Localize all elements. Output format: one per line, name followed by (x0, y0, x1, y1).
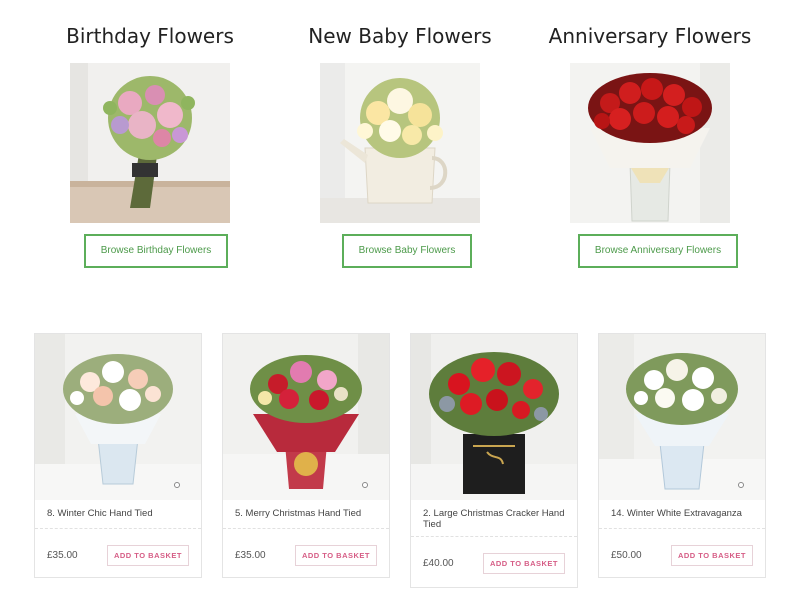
product-image[interactable] (599, 334, 765, 500)
product-image[interactable] (411, 334, 577, 500)
product-footer: £40.00 ADD TO BASKET (411, 537, 577, 589)
category-anniversary: Anniversary Flowers (520, 22, 780, 50)
product-footer: £50.00 ADD TO BASKET (599, 529, 765, 581)
category-birthday: Birthday Flowers (20, 22, 280, 50)
wishlist-icon[interactable] (738, 482, 744, 488)
category-title: Birthday Flowers (66, 24, 234, 48)
product-image[interactable] (223, 334, 389, 500)
anniversary-bouquet-image[interactable] (570, 63, 730, 223)
product-image[interactable] (35, 334, 201, 500)
browse-anniversary-button[interactable]: Browse Anniversary Flowers (578, 234, 738, 268)
product-price: £40.00 (423, 557, 454, 569)
product-card[interactable]: 14. Winter White Extravaganza £50.00 ADD… (598, 333, 766, 578)
product-card[interactable]: 5. Merry Christmas Hand Tied £35.00 ADD … (222, 333, 390, 578)
browse-baby-button[interactable]: Browse Baby Flowers (342, 234, 472, 268)
add-to-basket-button[interactable]: ADD TO BASKET (482, 552, 565, 574)
new-baby-bouquet-image[interactable] (320, 63, 480, 223)
wishlist-icon[interactable] (362, 482, 368, 488)
product-name[interactable]: 5. Merry Christmas Hand Tied (223, 500, 389, 522)
add-to-basket-button[interactable]: ADD TO BASKET (670, 544, 753, 566)
product-name[interactable]: 8. Winter Chic Hand Tied (35, 500, 201, 522)
add-to-basket-button[interactable]: ADD TO BASKET (294, 544, 377, 566)
category-new-baby: New Baby Flowers (270, 22, 530, 50)
product-card[interactable]: 2. Large Christmas Cracker Hand Tied £40… (410, 333, 578, 588)
birthday-bouquet-image[interactable] (70, 63, 230, 223)
product-name[interactable]: 2. Large Christmas Cracker Hand Tied (411, 500, 577, 530)
category-title: New Baby Flowers (308, 24, 492, 48)
wishlist-icon[interactable] (174, 482, 180, 488)
product-card[interactable]: 8. Winter Chic Hand Tied £35.00 ADD TO B… (34, 333, 202, 578)
category-title: Anniversary Flowers (548, 24, 752, 48)
product-price: £50.00 (611, 549, 642, 561)
product-footer: £35.00 ADD TO BASKET (35, 529, 201, 581)
product-price: £35.00 (235, 549, 266, 561)
add-to-basket-button[interactable]: ADD TO BASKET (106, 544, 189, 566)
browse-birthday-button[interactable]: Browse Birthday Flowers (84, 234, 228, 268)
product-footer: £35.00 ADD TO BASKET (223, 529, 389, 581)
product-price: £35.00 (47, 549, 78, 561)
product-name[interactable]: 14. Winter White Extravaganza (599, 500, 765, 522)
